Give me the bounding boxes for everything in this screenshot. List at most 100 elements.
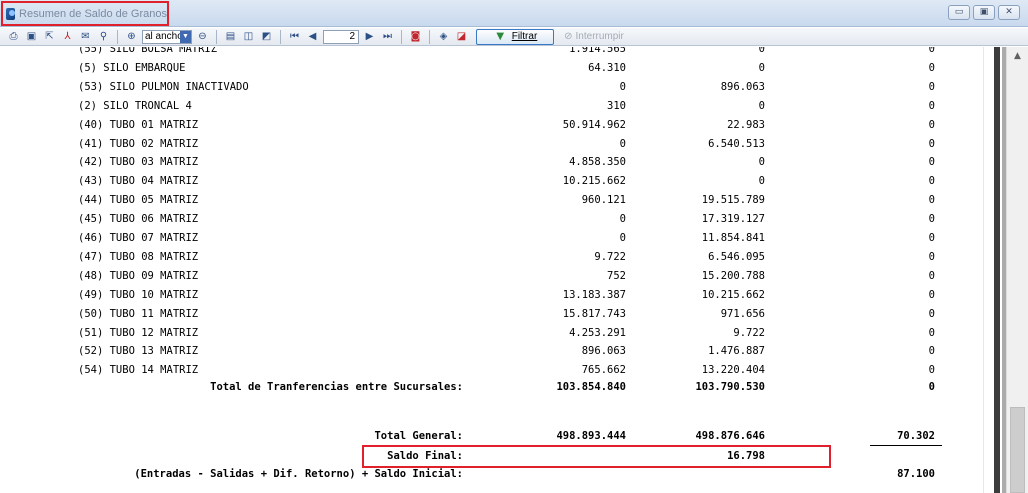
zoom-select[interactable]: al ancho ▼ — [142, 29, 192, 44]
table-row: (2) SILO TRONCAL 4 310 0 0 — [0, 97, 983, 116]
general-total-v3: 70.302 — [897, 430, 935, 442]
zoom-value: al ancho — [145, 31, 180, 42]
single-page-icon[interactable]: ▤ — [223, 30, 238, 44]
scroll-thumb[interactable] — [1010, 407, 1025, 493]
cell-v1: 4.253.291 — [569, 326, 626, 339]
cell-v2: 22.983 — [727, 118, 765, 131]
cell-v2: 0 — [758, 156, 765, 169]
silo-name: (48) TUBO 09 MATRIZ — [78, 269, 199, 282]
silo-name: (50) TUBO 11 MATRIZ — [78, 307, 199, 320]
cell-v3: 0 — [928, 232, 935, 244]
design-icon[interactable]: ◈ — [436, 30, 451, 44]
table-row: (46) TUBO 07 MATRIZ 0 11.854.841 0 — [0, 229, 983, 248]
save-icon[interactable]: ▣ — [24, 30, 39, 44]
vertical-scrollbar[interactable]: ▲ — [1006, 47, 1028, 493]
cell-v3: 0 — [928, 175, 935, 188]
edit-report-icon[interactable]: ◪ — [454, 30, 469, 44]
close-button[interactable]: ✕ — [998, 5, 1020, 20]
funnel-icon: ▼ — [496, 31, 505, 42]
window-title-highlight: Resumen de Saldo de Granos — [1, 1, 169, 26]
scroll-up-icon[interactable]: ▲ — [1007, 49, 1028, 63]
silo-name: (46) TUBO 07 MATRIZ — [78, 232, 199, 244]
report-preview[interactable]: (55) SILO BOLSA MATRIZ 1.914.565 0 0 (5) SIL… — [0, 47, 1028, 493]
cell-v2: 6.540.513 — [708, 137, 765, 150]
export-icon[interactable]: ⇱ — [42, 30, 57, 44]
cell-v2: 896.063 — [720, 80, 765, 93]
maximize-button[interactable]: ▣ — [973, 5, 995, 20]
last-page-icon[interactable]: ⏭ — [380, 30, 395, 44]
filter-button[interactable]: ▼ Filtrar — [476, 28, 554, 45]
cell-v3: 0 — [928, 288, 935, 301]
transfer-total-label: Total de Tranferencias entre Sucursales: — [210, 381, 463, 393]
silo-name: (41) TUBO 02 MATRIZ — [78, 137, 199, 150]
cell-v2: 1.476.887 — [708, 345, 765, 358]
silo-name: (44) TUBO 05 MATRIZ — [78, 194, 199, 207]
cell-v2: 17.319.127 — [701, 213, 765, 226]
formula-row: (Entradas - Salidas + Dif. Retorno) + Sa… — [0, 465, 983, 484]
page-number-input[interactable]: 2 — [323, 29, 359, 44]
find-icon[interactable]: ⚲ — [96, 30, 111, 44]
general-total-v2: 498.876.646 — [695, 430, 765, 442]
silo-name: (45) TUBO 06 MATRIZ — [78, 213, 199, 226]
cell-v3: 0 — [928, 47, 935, 55]
transfer-total-v1: 103.854.840 — [556, 381, 626, 393]
cell-v3: 0 — [928, 269, 935, 282]
toolbar-separator — [429, 29, 430, 44]
cell-v2: 971.656 — [720, 307, 765, 320]
app-icon — [6, 7, 16, 20]
chevron-down-icon[interactable]: ▼ — [180, 30, 191, 43]
table-row: (47) TUBO 08 MATRIZ 9.722 6.546.095 0 — [0, 248, 983, 267]
silo-name: (51) TUBO 12 MATRIZ — [78, 326, 199, 339]
cell-v1: 0 — [619, 80, 626, 93]
interrupt-button[interactable]: ⊘ Interrumpir — [557, 29, 631, 45]
cell-v1: 4.858.350 — [569, 156, 626, 169]
cell-v1: 1.914.565 — [569, 47, 626, 55]
general-total-label: Total General: — [374, 430, 463, 442]
cell-v2: 9.722 — [733, 326, 765, 339]
stop-report-icon[interactable]: ◙ — [408, 30, 423, 44]
page-setup-icon[interactable]: ◩ — [259, 30, 274, 44]
cell-v2: 11.854.841 — [701, 232, 765, 244]
zoom-out-icon[interactable]: ⊖ — [195, 30, 210, 44]
general-total-row: Total General: 498.893.444 498.876.646 7… — [0, 427, 983, 446]
report-toolbar: ⎙ ▣ ⇱ ⅄ ✉ ⚲ ⊕ al ancho ▼ ⊖ ▤ ◫ ◩ ⏮ ◀ 2 ▶… — [0, 28, 1028, 46]
pdf-icon[interactable]: ⅄ — [60, 30, 75, 44]
cell-v3: 0 — [928, 345, 935, 358]
value-rule — [870, 445, 942, 446]
transfer-total-v2: 103.790.530 — [695, 381, 765, 393]
cell-v3: 0 — [928, 156, 935, 169]
formula-label: (Entradas - Salidas + Dif. Retorno) + Sa… — [134, 468, 463, 480]
table-row: (55) SILO BOLSA MATRIZ 1.914.565 0 0 — [0, 47, 983, 59]
cell-v2: 0 — [758, 61, 765, 74]
page-shadow — [994, 47, 1000, 493]
next-page-icon[interactable]: ▶ — [362, 30, 377, 44]
cell-v1: 960.121 — [581, 194, 626, 207]
first-page-icon[interactable]: ⏮ — [287, 30, 302, 44]
cell-v2: 15.200.788 — [701, 269, 765, 282]
cell-v2: 10.215.662 — [701, 288, 765, 301]
zoom-in-icon[interactable]: ⊕ — [124, 30, 139, 44]
silo-name: (2) SILO TRONCAL 4 — [78, 99, 192, 112]
previous-page-icon[interactable]: ◀ — [305, 30, 320, 44]
table-row: (53) SILO PULMON INACTIVADO 0 896.063 0 — [0, 78, 983, 97]
print-icon[interactable]: ⎙ — [6, 30, 21, 44]
cell-v2: 19.515.789 — [701, 194, 765, 207]
cell-v2: 0 — [758, 99, 765, 112]
cell-v3: 0 — [928, 99, 935, 112]
cell-v1: 9.722 — [594, 250, 626, 263]
table-row: (48) TUBO 09 MATRIZ 752 15.200.788 0 — [0, 267, 983, 286]
filter-label: Filtrar — [511, 31, 538, 42]
email-icon[interactable]: ✉ — [78, 30, 93, 44]
window-title: Resumen de Saldo de Granos — [19, 7, 167, 20]
silo-name: (47) TUBO 08 MATRIZ — [78, 250, 199, 263]
cell-v1: 752 — [607, 269, 626, 282]
toolbar-separator — [401, 29, 402, 44]
table-row: (43) TUBO 04 MATRIZ 10.215.662 0 0 — [0, 172, 983, 191]
two-page-icon[interactable]: ◫ — [241, 30, 256, 44]
interrupt-icon: ⊘ — [564, 31, 573, 42]
interrupt-label: Interrumpir — [575, 31, 624, 42]
minimize-button[interactable]: ▭ — [948, 5, 970, 20]
cell-v1: 0 — [619, 137, 626, 150]
cell-v3: 0 — [928, 307, 935, 320]
toolbar-separator — [117, 29, 118, 44]
